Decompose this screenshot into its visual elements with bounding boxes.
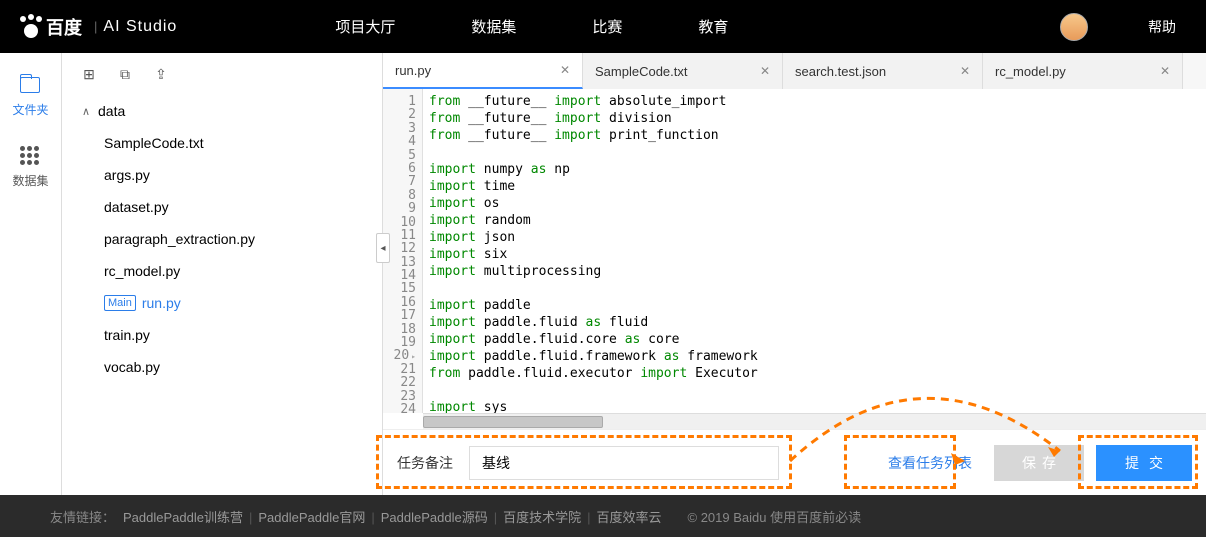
nav-help[interactable]: 帮助 <box>1148 17 1176 37</box>
file-row[interactable]: vocab.py <box>76 351 382 383</box>
editor: ◂ run.py✕SampleCode.txt✕search.test.json… <box>382 53 1206 495</box>
editor-tab[interactable]: SampleCode.txt ✕ <box>583 53 783 89</box>
scrollbar-thumb[interactable] <box>423 416 603 428</box>
file-label: dataset.py <box>104 199 169 215</box>
file-label: SampleCode.txt <box>104 135 204 151</box>
task-note-input[interactable] <box>469 446 779 480</box>
file-row[interactable]: paragraph_extraction.py <box>76 223 382 255</box>
footer: 友情链接： PaddlePaddle训练营|PaddlePaddle官网|Pad… <box>0 495 1206 537</box>
new-folder-icon[interactable]: ⧉ <box>116 65 134 83</box>
nav-dataset[interactable]: 数据集 <box>471 16 516 37</box>
code-area[interactable]: 123456789101112131415161718192021222324 … <box>383 89 1206 413</box>
baidu-paw-icon <box>20 16 42 38</box>
editor-tab[interactable]: rc_model.py ✕ <box>983 53 1183 89</box>
footer-link[interactable]: 百度技术学院 <box>503 510 581 525</box>
file-row[interactable]: train.py <box>76 319 382 351</box>
close-icon[interactable]: ✕ <box>760 64 770 78</box>
footer-copyright: © 2019 Baidu 使用百度前必读 <box>688 507 862 526</box>
footer-link[interactable]: 百度效率云 <box>597 510 662 525</box>
new-file-icon[interactable]: ⊞ <box>80 65 98 83</box>
close-icon[interactable]: ✕ <box>1160 64 1170 78</box>
logo-baidu: 百度 <box>46 14 82 40</box>
top-nav: 百度 | AI Studio 项目大厅 数据集 比赛 教育 帮助 <box>0 0 1206 53</box>
left-rail: 文件夹 数据集 <box>0 53 62 495</box>
file-label: paragraph_extraction.py <box>104 231 255 247</box>
rail-dataset-label: 数据集 <box>12 172 48 189</box>
task-bar: 任务备注 查看任务列表 保存 提交 <box>383 429 1206 495</box>
file-label: args.py <box>104 167 150 183</box>
footer-link[interactable]: PaddlePaddle官网 <box>258 510 365 525</box>
rail-files-label: 文件夹 <box>12 101 48 118</box>
main-area: 文件夹 数据集 ⊞ ⧉ ⇪ ∧ data SampleCode.txt args.… <box>0 53 1206 495</box>
editor-tab[interactable]: search.test.json ✕ <box>783 53 983 89</box>
file-label: train.py <box>104 327 150 343</box>
file-label: vocab.py <box>104 359 160 375</box>
footer-link[interactable]: PaddlePaddle源码 <box>381 510 488 525</box>
editor-tab[interactable]: run.py ✕ <box>383 53 583 89</box>
file-toolbar: ⊞ ⧉ ⇪ <box>70 65 382 95</box>
file-row-main[interactable]: Main run.py <box>76 287 382 319</box>
view-task-list-link[interactable]: 查看任务列表 <box>878 447 982 479</box>
task-note-label: 任务备注 <box>397 453 453 473</box>
nav-education[interactable]: 教育 <box>698 16 728 37</box>
folder-row-data[interactable]: ∧ data <box>70 95 382 127</box>
file-row[interactable]: args.py <box>76 159 382 191</box>
logo-aistudio: AI Studio <box>103 18 177 36</box>
save-button[interactable]: 保存 <box>994 445 1084 481</box>
rail-dataset[interactable]: 数据集 <box>12 146 48 189</box>
file-tree: ⊞ ⧉ ⇪ ∧ data SampleCode.txt args.py datase… <box>62 53 382 495</box>
horizontal-scrollbar[interactable] <box>423 413 1206 429</box>
footer-link[interactable]: PaddlePaddle训练营 <box>123 510 243 525</box>
tab-label: search.test.json <box>795 64 886 79</box>
avatar[interactable] <box>1060 13 1088 41</box>
dataset-icon <box>20 146 40 164</box>
file-label: run.py <box>142 295 181 311</box>
main-badge: Main <box>104 295 136 311</box>
collapse-sidebar-icon[interactable]: ◂ <box>376 233 390 263</box>
submit-button[interactable]: 提交 <box>1096 445 1192 481</box>
folder-icon <box>20 77 40 93</box>
nav-competition[interactable]: 比赛 <box>592 16 622 37</box>
close-icon[interactable]: ✕ <box>560 63 570 77</box>
file-row[interactable]: SampleCode.txt <box>76 127 382 159</box>
code-content[interactable]: from __future__ import absolute_importfr… <box>423 89 1206 413</box>
upload-icon[interactable]: ⇪ <box>152 65 170 83</box>
logo-separator: | <box>94 19 97 34</box>
rail-files[interactable]: 文件夹 <box>12 77 48 118</box>
close-icon[interactable]: ✕ <box>960 64 970 78</box>
nav-project-hall[interactable]: 项目大厅 <box>335 16 395 37</box>
file-label: rc_model.py <box>104 263 180 279</box>
folder-label: data <box>98 103 125 119</box>
file-row[interactable]: dataset.py <box>76 191 382 223</box>
tab-label: run.py <box>395 63 431 78</box>
footer-prefix: 友情链接： <box>50 507 115 526</box>
file-row[interactable]: rc_model.py <box>76 255 382 287</box>
tab-label: rc_model.py <box>995 64 1066 79</box>
editor-tabs: run.py✕SampleCode.txt✕search.test.json✕r… <box>383 53 1206 89</box>
tab-label: SampleCode.txt <box>595 64 688 79</box>
caret-icon: ∧ <box>82 105 94 118</box>
